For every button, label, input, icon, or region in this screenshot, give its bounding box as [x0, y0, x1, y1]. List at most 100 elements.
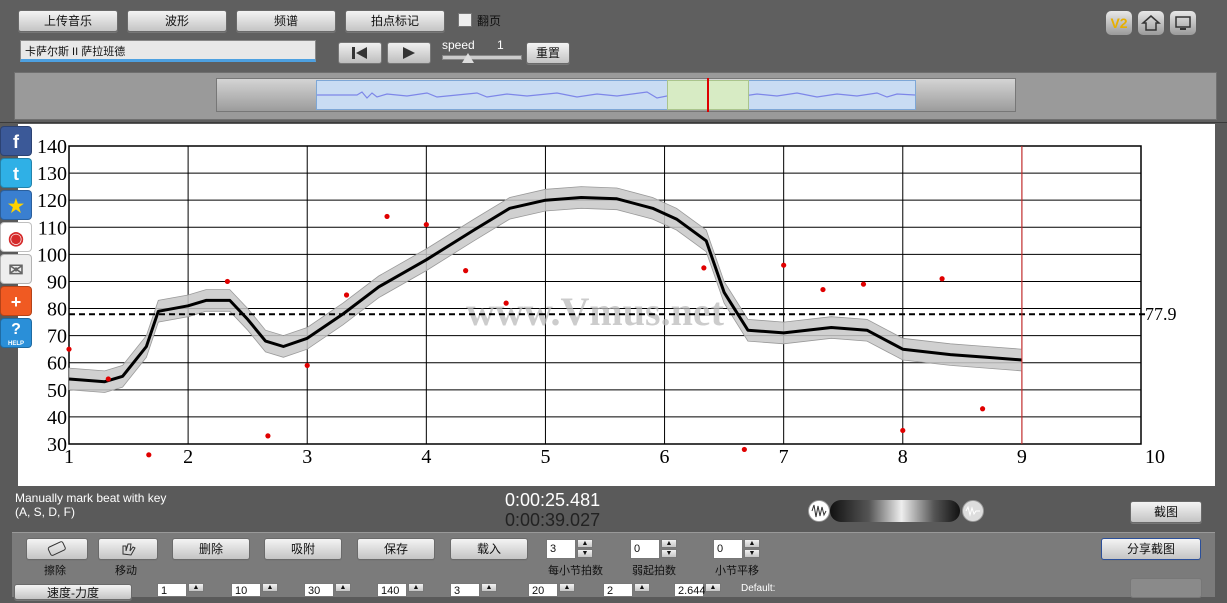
tap-mark-button[interactable]: 拍点标记 [345, 10, 445, 32]
help-icon[interactable]: ? HELP [0, 318, 32, 348]
move-button[interactable] [98, 538, 158, 560]
parameter-value[interactable]: 140 [377, 583, 407, 597]
beat-point[interactable] [503, 300, 509, 306]
beats-per-bar-label: 每小节拍数 [548, 565, 603, 577]
share-screenshot-button[interactable]: 分享截图 [1101, 538, 1201, 560]
stepper-up-icon[interactable]: ▲ [188, 583, 204, 592]
tempo-dynamics-button[interactable]: 速度-力度 [14, 584, 132, 600]
y-tick-label: 50 [47, 380, 67, 402]
beat-point[interactable] [66, 346, 72, 352]
beat-point[interactable] [105, 376, 111, 382]
parameter-value[interactable]: 2 [603, 583, 633, 597]
beat-point[interactable] [701, 265, 707, 271]
spectrum-button[interactable]: 频谱 [236, 10, 336, 32]
play-button[interactable] [387, 42, 431, 64]
volume-scrubber[interactable] [830, 500, 960, 522]
screenshot-button[interactable]: 截图 [1130, 501, 1202, 523]
parameter-value[interactable]: 20 [528, 583, 558, 597]
snap-button[interactable]: 吸附 [264, 538, 342, 560]
page-flip-checkbox[interactable] [458, 13, 472, 27]
beat-point[interactable] [979, 406, 986, 412]
stepper-up-icon[interactable]: ▲ [408, 583, 424, 592]
pickup-value[interactable]: 0 [630, 539, 660, 559]
current-time: 0:00:25.481 [505, 490, 601, 510]
parameter-value[interactable]: 3 [450, 583, 480, 597]
stepper-up-icon[interactable]: ▲ [262, 583, 278, 592]
stepper-down-icon[interactable]: ▼ [661, 549, 677, 558]
beat-point[interactable] [265, 433, 271, 439]
overview-playhead[interactable] [707, 78, 709, 112]
stepper-up-icon[interactable]: ▲ [577, 539, 593, 548]
speed-value: 1 [497, 38, 504, 52]
beat-point[interactable] [781, 262, 787, 268]
help-label: HELP [7, 341, 24, 347]
home-button[interactable] [1138, 11, 1164, 35]
stepper-up-icon[interactable]: ▲ [634, 583, 650, 592]
stepper-up-icon[interactable]: ▲ [559, 583, 575, 592]
song-title-field[interactable]: 卡萨尔斯 II 萨拉班德 [20, 40, 316, 62]
waveform-button[interactable]: 波形 [127, 10, 227, 32]
tempo-chart-svg[interactable]: www.Vmus.net 77.9140130120110100908070605… [18, 124, 1215, 486]
speed-slider[interactable] [442, 55, 522, 60]
erase-button[interactable] [26, 538, 88, 560]
beat-point[interactable] [820, 286, 826, 293]
beats-per-bar-value[interactable]: 3 [546, 539, 576, 559]
x-tick-label: 3 [302, 446, 312, 468]
beat-point[interactable] [939, 276, 945, 282]
y-tick-label: 90 [47, 271, 67, 293]
version-badge[interactable]: V2 [1106, 11, 1132, 35]
wave-right-icon[interactable] [962, 500, 984, 522]
parameter-value[interactable]: 30 [304, 583, 334, 597]
star-icon[interactable]: ★ [0, 190, 32, 220]
stepper-up-icon[interactable]: ▲ [744, 539, 760, 548]
plus-icon[interactable]: + [0, 286, 32, 316]
x-tick-label: 9 [1017, 446, 1027, 468]
tempo-chart[interactable]: www.Vmus.net 77.9 140 130 120 110 100 90 80 70 60 5… [18, 124, 1215, 486]
bar-shift-value[interactable]: 0 [713, 539, 743, 559]
overview-waveform[interactable] [316, 80, 916, 110]
speed-slider-handle[interactable] [462, 53, 474, 63]
stepper-up-icon[interactable]: ▲ [705, 583, 721, 592]
beat-point[interactable] [900, 427, 906, 434]
x-tick-label: 6 [660, 446, 670, 468]
delete-button[interactable]: 删除 [172, 538, 250, 560]
mail-icon[interactable]: ✉ [0, 254, 32, 284]
x-tick-label: 5 [540, 446, 550, 468]
erase-label: 擦除 [44, 565, 66, 577]
beat-point[interactable] [343, 292, 350, 298]
stepper-up-icon[interactable]: ▲ [481, 583, 497, 592]
skip-back-icon [352, 47, 367, 59]
x-tick-label: 2 [183, 446, 193, 468]
reset-button[interactable]: 重置 [526, 42, 570, 64]
y-tick-label: 130 [37, 163, 67, 185]
wave-left-icon[interactable] [808, 500, 830, 522]
rewind-button[interactable] [338, 42, 382, 64]
parameter-value[interactable]: 1 [157, 583, 187, 597]
stepper-up-icon[interactable]: ▲ [661, 539, 677, 548]
beat-hint-line1: Manually mark beat with key [15, 491, 167, 505]
weibo-icon[interactable]: ◉ [0, 222, 32, 252]
beat-point[interactable] [304, 362, 310, 369]
stepper-down-icon[interactable]: ▼ [577, 549, 593, 558]
upload-music-button[interactable]: 上传音乐 [18, 10, 118, 32]
x-tick-label: 1 [64, 446, 74, 468]
beat-point[interactable] [860, 281, 867, 287]
beat-point[interactable] [741, 446, 747, 453]
save-button[interactable]: 保存 [357, 538, 435, 560]
load-button[interactable]: 载入 [450, 538, 528, 560]
facebook-icon[interactable]: f [0, 126, 32, 156]
twitter-icon[interactable]: t [0, 158, 32, 188]
fullscreen-button[interactable] [1170, 11, 1196, 35]
average-tempo-label: 77.9 [1145, 304, 1177, 324]
parameter-value[interactable]: 10 [231, 583, 261, 597]
stepper-up-icon[interactable]: ▲ [335, 583, 351, 592]
beat-point[interactable] [146, 452, 152, 458]
beat-point[interactable] [423, 221, 429, 228]
beat-hint-line2: (A, S, D, F) [15, 505, 75, 519]
disabled-button[interactable] [1130, 578, 1202, 598]
beat-point[interactable] [463, 268, 469, 274]
stepper-down-icon[interactable]: ▼ [744, 549, 760, 558]
beat-point[interactable] [384, 213, 390, 220]
beat-point[interactable] [224, 278, 231, 285]
parameter-value[interactable]: 2.644 [674, 583, 706, 597]
